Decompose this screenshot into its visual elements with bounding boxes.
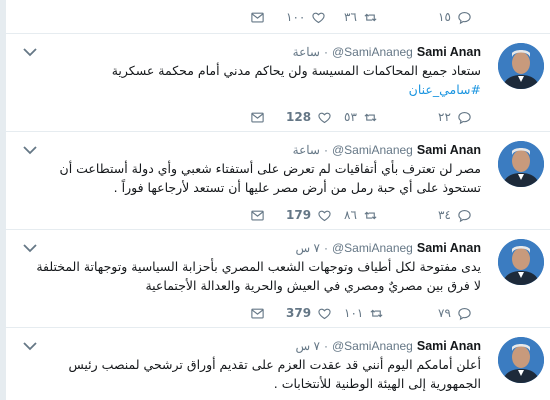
author-handle[interactable]: @SamiAnaneg [332, 45, 413, 59]
envelope-icon [251, 308, 264, 318]
envelope-icon [251, 112, 264, 122]
tweet-text: ستعاد جميع المحاكمات المسيسة ولن يحاكم م… [21, 61, 481, 99]
chevron-down-icon[interactable] [22, 340, 38, 352]
like-action[interactable]: 379 [286, 305, 332, 321]
tweet[interactable]: Sami Anan @SamiAnaneg · ساعة مصر لن تعتر… [6, 133, 550, 230]
tweet[interactable]: Sami Anan @SamiAnaneg · ٧ س أعلن أمامكم … [6, 329, 550, 400]
avatar-photo [498, 239, 544, 285]
avatar-photo [498, 141, 544, 187]
retweet-count: ٣٦ [344, 10, 357, 24]
tweet-text-line: أعلن أمامكم اليوم أنني قد عقدت العزم على… [68, 357, 481, 372]
tweet-text-line: مصر لن تعترف بأي أتفاقيات لم تعرض على أس… [59, 161, 481, 176]
avatar-photo [498, 43, 544, 89]
tweet[interactable]: Sami Anan @SamiAnaneg · ساعة ستعاد جميع … [6, 35, 550, 132]
tweet-text: مصر لن تعترف بأي أتفاقيات لم تعرض على أس… [21, 159, 481, 197]
tweet-text-line: الجمهورية إلى الهيئة الوطنية للأنتخابات … [273, 376, 481, 391]
reply-count: ٢٢ [438, 110, 451, 124]
like-action[interactable]: ١٠٠ [286, 9, 326, 25]
author-name[interactable]: Sami Anan [417, 143, 481, 157]
heart-icon [318, 112, 331, 123]
tweet-partial-top[interactable]: ١٥ ٣٦ ١٠٠ [6, 0, 550, 34]
tweet[interactable]: Sami Anan @SamiAnaneg · ٧ س يدى مفتوحة ل… [6, 231, 550, 328]
separator-dot: · [323, 143, 328, 157]
avatar[interactable] [498, 239, 544, 285]
tweet-text: يدى مفتوحة لكل أطياف وتوجهات الشعب المصر… [21, 257, 481, 295]
avatar[interactable] [498, 43, 544, 89]
reply-count: ٧٩ [438, 306, 451, 320]
retweet-count: ٨٦ [344, 208, 357, 222]
like-action[interactable]: 179 [286, 207, 332, 223]
reply-count: ١٥ [438, 10, 451, 24]
envelope-icon [251, 210, 264, 220]
like-action[interactable]: 128 [286, 109, 332, 125]
chevron-down-icon[interactable] [22, 46, 38, 58]
avatar-photo [498, 337, 544, 383]
envelope-icon [251, 12, 264, 22]
tweet-header: Sami Anan @SamiAnaneg · ٧ س [296, 240, 481, 256]
reply-action[interactable]: ٧٩ [438, 305, 472, 321]
retweet-icon [364, 211, 377, 219]
author-name[interactable]: Sami Anan [417, 339, 481, 353]
tweet-text-line: لا فرق بين مصريٌ ومصري في العيش والحرية … [145, 278, 481, 293]
tweet-actions: ٣٤ ٨٦ 179 [6, 207, 486, 223]
reply-icon [458, 307, 471, 320]
separator-dot: · [323, 45, 328, 59]
message-action[interactable] [250, 305, 265, 321]
reply-icon [458, 11, 471, 24]
retweet-action[interactable]: ٣٦ [344, 9, 378, 25]
author-handle[interactable]: @SamiAnaneg [332, 241, 413, 255]
separator-dot: · [323, 241, 328, 255]
reply-icon [458, 209, 471, 222]
author-name[interactable]: Sami Anan [417, 241, 481, 255]
tweet-text: أعلن أمامكم اليوم أنني قد عقدت العزم على… [21, 355, 481, 393]
tweet-time[interactable]: ٧ س [296, 339, 320, 353]
retweet-icon [364, 13, 377, 21]
message-action[interactable] [250, 9, 265, 25]
like-count: 128 [286, 110, 312, 124]
reply-action[interactable]: ٣٤ [438, 207, 472, 223]
tweet-time[interactable]: ٧ س [296, 241, 320, 255]
message-action[interactable] [250, 207, 265, 223]
separator-dot: · [323, 339, 328, 353]
avatar[interactable] [498, 337, 544, 383]
like-count: 179 [286, 208, 312, 222]
author-handle[interactable]: @SamiAnaneg [332, 143, 413, 157]
retweet-icon [370, 309, 383, 317]
message-action[interactable] [250, 109, 265, 125]
avatar[interactable] [498, 141, 544, 187]
reply-count: ٣٤ [438, 208, 451, 222]
tweet-actions: ١٥ ٣٦ ١٠٠ [6, 9, 486, 25]
tweet-header: Sami Anan @SamiAnaneg · ساعة [293, 142, 481, 158]
retweet-count: ١٠١ [344, 306, 364, 320]
heart-icon [318, 210, 331, 221]
tweet-time[interactable]: ساعة [293, 45, 320, 59]
reply-action[interactable]: ٢٢ [438, 109, 472, 125]
tweet-actions: ٧٩ ١٠١ 379 [6, 305, 486, 321]
tweet-header: Sami Anan @SamiAnaneg · ٧ س [296, 338, 481, 354]
tweet-text-line: ستعاد جميع المحاكمات المسيسة ولن يحاكم م… [111, 63, 481, 78]
timeline: ١٥ ٣٦ ١٠٠ Sami Anan @SamiAnaneg · ساعة س… [5, 0, 550, 400]
like-count: 379 [286, 306, 312, 320]
reply-icon [458, 111, 471, 124]
chevron-down-icon[interactable] [22, 144, 38, 156]
tweet-text-line: تستحوذ على أي حبة رمل من أرض مصر عليها أ… [113, 180, 481, 195]
reply-action[interactable]: ١٥ [438, 9, 472, 25]
chevron-down-icon[interactable] [22, 242, 38, 254]
author-handle[interactable]: @SamiAnaneg [332, 339, 413, 353]
tweet-text-line: يدى مفتوحة لكل أطياف وتوجهات الشعب المصر… [36, 259, 481, 274]
tweet-header: Sami Anan @SamiAnaneg · ساعة [293, 44, 481, 60]
retweet-action[interactable]: ٨٦ [344, 207, 378, 223]
author-name[interactable]: Sami Anan [417, 45, 481, 59]
hashtag-link[interactable]: #سامي_عنان [21, 80, 481, 99]
like-count: ١٠٠ [286, 10, 306, 24]
retweet-count: ٥٣ [344, 110, 357, 124]
heart-icon [312, 12, 325, 23]
tweet-actions: ٢٢ ٥٣ 128 [6, 109, 486, 125]
retweet-action[interactable]: ١٠١ [344, 305, 384, 321]
retweet-icon [364, 113, 377, 121]
retweet-action[interactable]: ٥٣ [344, 109, 378, 125]
tweet-time[interactable]: ساعة [293, 143, 320, 157]
heart-icon [318, 308, 331, 319]
